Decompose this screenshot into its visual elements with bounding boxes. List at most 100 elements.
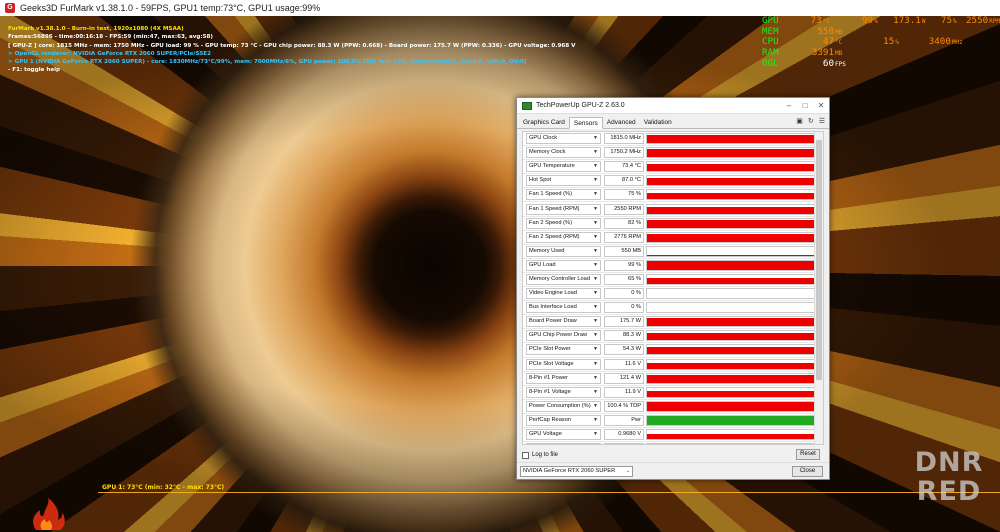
sensor-name: PerfCap Reason: [529, 416, 572, 423]
sensor-name-dropdown[interactable]: GPU Load ▼: [526, 259, 601, 271]
sensor-graph-fill: [647, 177, 818, 186]
temperature-graph: GPU 1: 73°C (min: 32°C - max: 73°C): [20, 484, 1000, 532]
sensor-name-dropdown[interactable]: Fan 1 Speed (RPM) ▼: [526, 203, 601, 215]
furmark-titlebar[interactable]: G Geeks3D FurMark v1.38.1.0 - 59FPS, GPU…: [0, 0, 1000, 16]
osd-row-ogl: OGL 60 FPS: [762, 57, 1000, 70]
sensor-row: Fan 1 Speed (%) ▼ 75 %: [523, 188, 823, 203]
tab-advanced[interactable]: Advanced: [603, 117, 640, 128]
sensor-name-dropdown[interactable]: Video Engine Load ▼: [526, 288, 601, 300]
sensor-row: GPU Clock ▼ 1815.0 MHz: [523, 132, 823, 147]
osd-unit: RPM: [989, 18, 1000, 25]
sensor-value: 87.0 °C: [604, 175, 644, 187]
sensor-name-dropdown[interactable]: GPU Clock ▼: [526, 133, 601, 145]
sensor-name-dropdown[interactable]: Hot Spot ▼: [526, 175, 601, 187]
tab-sensors[interactable]: Sensors: [568, 117, 603, 129]
sensor-name-dropdown[interactable]: Fan 2 Speed (%) ▼: [526, 217, 601, 229]
refresh-icon[interactable]: ↻: [808, 117, 814, 126]
sensor-name-dropdown[interactable]: GPU Temperature ▼: [526, 161, 601, 173]
sensor-row: Memory Clock ▼ 1750.2 MHz: [523, 146, 823, 161]
overlay-line: - F1: toggle help: [8, 67, 61, 74]
sensor-name-dropdown[interactable]: Memory Used ▼: [526, 245, 601, 257]
sensor-name-dropdown[interactable]: Fan 1 Speed (%) ▼: [526, 189, 601, 201]
sensor-value: 11.9 V: [604, 386, 644, 398]
sensor-name-dropdown[interactable]: 8-Pin #1 Power ▼: [526, 372, 601, 384]
close-window-button[interactable]: ✕: [813, 101, 829, 110]
tab-validation[interactable]: Validation: [640, 117, 676, 128]
watermark-logo: DNR RED: [906, 448, 992, 510]
sensor-name-dropdown[interactable]: Memory Clock ▼: [526, 147, 601, 159]
sensor-name-dropdown[interactable]: PerfCap Reason ▼: [526, 414, 601, 426]
sensor-value: 73.4 °C: [604, 161, 644, 173]
watermark-line-1: DNR: [914, 447, 984, 478]
sensor-name-dropdown[interactable]: CPU Temperature▼: [526, 443, 601, 445]
sensor-name: PCIe Slot Power: [529, 346, 571, 353]
sensor-name-dropdown[interactable]: PCIe Slot Voltage ▼: [526, 358, 601, 370]
sensor-name-dropdown[interactable]: Fan 2 Speed (RPM) ▼: [526, 231, 601, 243]
sensor-row: Memory Controller Load ▼ 65 %: [523, 273, 823, 288]
osd-value: 60: [822, 57, 834, 69]
sensor-graph-fill: [647, 402, 818, 411]
sensor-name-dropdown[interactable]: Bus Interface Load ▼: [526, 302, 601, 314]
gpu-select-dropdown[interactable]: NVIDIA GeForce RTX 2060 SUPER ⌄: [520, 465, 633, 477]
sensor-name-dropdown[interactable]: Memory Controller Load ▼: [526, 273, 601, 285]
sensor-graph-fill: [647, 206, 818, 214]
sensor-list-scrollbar[interactable]: [814, 132, 823, 444]
sensor-name: Memory Clock: [529, 149, 566, 156]
temperature-graph-line: [98, 492, 1000, 493]
maximize-button[interactable]: □: [797, 101, 813, 110]
sensor-name: GPU Load: [529, 261, 556, 268]
log-to-file-checkbox[interactable]: [522, 451, 529, 459]
sensor-value: 75 %: [604, 189, 644, 201]
sensor-graph-fill: [647, 255, 818, 256]
sensor-row: 8-Pin #1 Voltage ▼ 11.9 V: [523, 386, 823, 400]
close-button[interactable]: Close: [792, 466, 823, 477]
sensor-value: 2776 RPM: [604, 231, 644, 243]
gpuz-tab-bar: Graphics Card Sensors Advanced Validation ▣…: [517, 116, 829, 129]
sensor-graph-fill: [647, 318, 818, 327]
chevron-down-icon: ▼: [593, 431, 598, 438]
sensor-value: 82 %: [604, 217, 644, 229]
screenshot-camera-icon[interactable]: ▣: [796, 117, 803, 126]
sensor-value: 0 %: [604, 288, 644, 300]
gpuz-app-icon: [522, 101, 532, 110]
sensor-graph-fill: [647, 346, 818, 355]
chevron-down-icon: ⌄: [625, 467, 630, 474]
sensor-graph-fill: [647, 134, 818, 144]
sensor-row: GPU Chip Power Draw ▼ 88.3 W: [523, 329, 823, 344]
sensor-name-dropdown[interactable]: PCIe Slot Power ▼: [526, 344, 601, 356]
chevron-down-icon: ▼: [593, 444, 598, 445]
sensor-row: PCIe Slot Voltage ▼ 11.6 V: [523, 358, 823, 372]
furmark-render-canvas: FurMark v1.38.1.0 - Burn-in test, 1920x1…: [0, 16, 1000, 532]
chevron-down-icon: ▼: [593, 360, 598, 367]
sensor-graph-fill: [647, 164, 818, 172]
sensor-name: GPU Voltage: [529, 431, 562, 438]
osd-value: 173.1: [893, 15, 921, 26]
tab-graphics-card[interactable]: Graphics Card: [519, 117, 569, 128]
menu-icon[interactable]: ☰: [819, 117, 825, 126]
sensor-row: Memory Used ▼ 550 MB: [523, 245, 823, 259]
sensor-graph: [646, 330, 819, 342]
gpuz-titlebar[interactable]: TechPowerUp GPU-Z 2.63.0 – □ ✕: [517, 98, 829, 114]
osd-value: 3400: [928, 36, 951, 48]
sensor-row: Bus Interface Load ▼ 0 %: [523, 301, 823, 316]
sensor-name-dropdown[interactable]: Power Consumption (%) ▼: [526, 400, 601, 412]
sensor-row: GPU Temperature ▼ 73.4 °C: [523, 160, 823, 175]
minimize-button[interactable]: –: [781, 101, 797, 110]
overlay-line: > GPU 1 (NVIDIA GeForce RTX 2060 SUPER) …: [8, 59, 527, 66]
chevron-down-icon: ▼: [593, 346, 598, 353]
sensor-name-dropdown[interactable]: GPU Voltage ▼: [526, 429, 601, 441]
scrollbar-thumb[interactable]: [816, 140, 822, 380]
sensor-name-dropdown[interactable]: 8-Pin #1 Voltage ▼: [526, 386, 601, 398]
sensor-name: GPU Chip Power Draw: [529, 332, 588, 339]
sensor-name-dropdown[interactable]: GPU Chip Power Draw ▼: [526, 330, 601, 342]
sensor-name-dropdown[interactable]: Board Power Draw ▼: [526, 316, 601, 328]
sensor-row: 8-Pin #1 Power ▼ 121.4 W: [523, 372, 823, 386]
sensor-graph: [646, 302, 819, 314]
sensor-graph-fill: [647, 433, 818, 440]
sensor-graph: [646, 443, 819, 444]
sensor-graph-fill: [647, 332, 818, 341]
sensor-row: Video Engine Load ▼ 0 %: [523, 287, 823, 302]
sensor-row: Power Consumption (%) ▼ 100.4 % TDP: [523, 400, 823, 414]
reset-button[interactable]: Reset: [796, 449, 820, 460]
sensor-value: 0.9680 V: [604, 429, 644, 441]
